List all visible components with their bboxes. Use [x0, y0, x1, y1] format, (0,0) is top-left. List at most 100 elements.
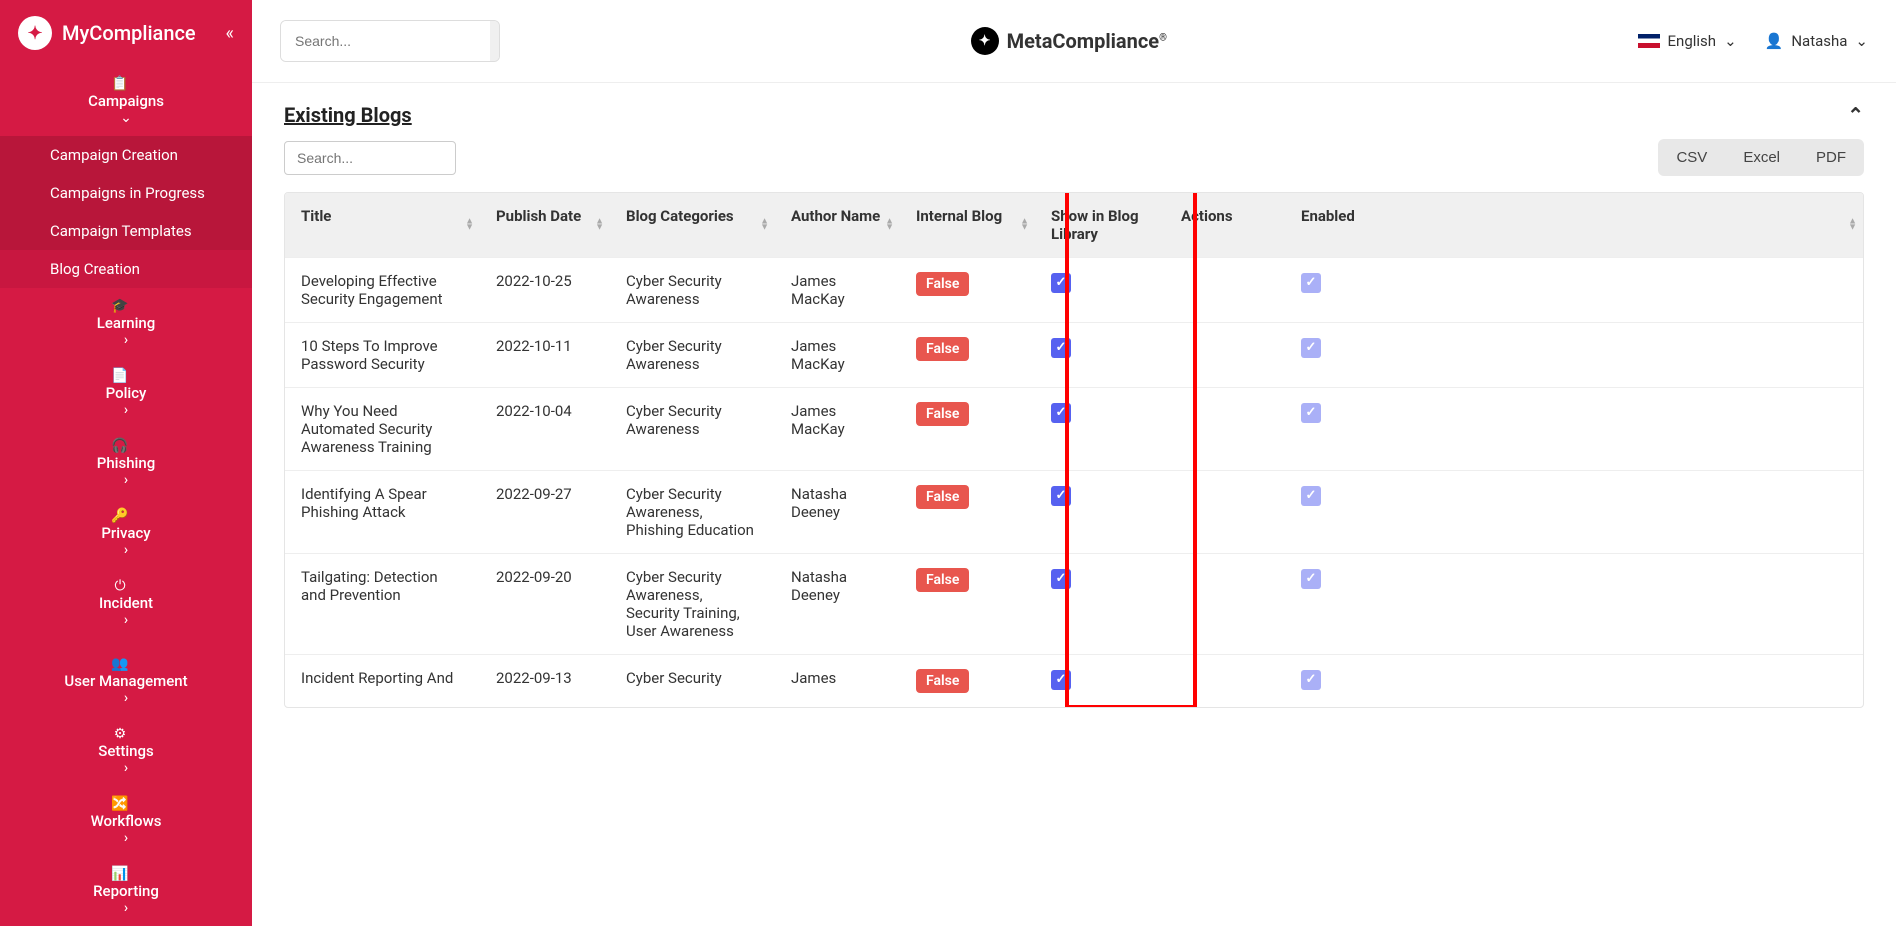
cell-show-library: ✓ [1035, 655, 1165, 708]
table-search-input[interactable] [284, 141, 456, 175]
enabled-checkbox[interactable]: ✓ [1301, 670, 1321, 690]
enabled-checkbox[interactable]: ✓ [1301, 273, 1321, 293]
cell-show-library: ✓ [1035, 471, 1165, 554]
false-badge: False [916, 485, 969, 509]
main-content: Existing Blogs ⌃ CSV Excel PDF Title▲▼ P… [252, 83, 1896, 926]
th-categories[interactable]: Blog Categories▲▼ [610, 193, 775, 258]
table-row: Incident Reporting And2022-09-13Cyber Se… [285, 655, 1863, 708]
blogs-table-wrapper: Title▲▼ Publish Date▲▼ Blog Categories▲▼… [284, 192, 1864, 708]
cell-actions [1165, 554, 1285, 655]
show-checkbox[interactable]: ✓ [1051, 403, 1071, 423]
cell-categories: Cyber Security [610, 655, 775, 708]
th-publish-date[interactable]: Publish Date▲▼ [480, 193, 610, 258]
cell-internal: False [900, 323, 1035, 388]
nav-item-reporting[interactable]: 📊Reporting› [0, 856, 252, 926]
nav-item-learning[interactable]: 🎓Learning› [0, 288, 252, 358]
enabled-checkbox[interactable]: ✓ [1301, 403, 1321, 423]
cell-title: Developing Effective Security Engagement [285, 258, 480, 323]
cell-categories: Cyber Security Awareness, Phishing Educa… [610, 471, 775, 554]
th-internal[interactable]: Internal Blog▲▼ [900, 193, 1035, 258]
flag-icon [1638, 34, 1660, 48]
nav-item-user-management[interactable]: 👥User Management› [0, 646, 252, 716]
cell-internal: False [900, 388, 1035, 471]
chevron-right-icon: › [124, 760, 128, 776]
nav-item-incident[interactable]: ⏻Incident› [0, 568, 252, 638]
nav-subitem-campaigns-in-progress[interactable]: Campaigns in Progress [0, 174, 252, 212]
nav-item-phishing[interactable]: 🎧Phishing› [0, 428, 252, 498]
nav-label: Privacy [101, 524, 150, 542]
th-enabled[interactable]: Enabled▲▼ [1285, 193, 1863, 258]
show-checkbox[interactable]: ✓ [1051, 569, 1071, 589]
nav-label: Settings [98, 742, 154, 760]
cell-date: 2022-10-04 [480, 388, 610, 471]
nav-item-policy[interactable]: 📄Policy› [0, 358, 252, 428]
cell-actions [1165, 471, 1285, 554]
nav-icon: 👥 [110, 656, 130, 672]
sort-icon: ▲▼ [1020, 219, 1029, 232]
chevron-down-icon: ⌄ [120, 110, 132, 126]
sidebar-collapse-icon[interactable]: « [226, 23, 234, 44]
nav-label: Campaigns [88, 92, 164, 110]
false-badge: False [916, 669, 969, 693]
nav-subitem-blog-creation[interactable]: Blog Creation [0, 250, 252, 288]
user-menu[interactable]: 👤 Natasha ⌄ [1765, 32, 1868, 50]
cell-author: James MacKay [775, 323, 900, 388]
nav-label: Reporting [93, 882, 159, 900]
cell-author: James MacKay [775, 388, 900, 471]
nav-label: Campaigns in Progress [50, 184, 234, 202]
language-selector[interactable]: English ⌄ [1638, 32, 1737, 50]
th-title[interactable]: Title▲▼ [285, 193, 480, 258]
cell-show-library: ✓ [1035, 323, 1165, 388]
nav-subitem-campaign-creation[interactable]: Campaign Creation [0, 136, 252, 174]
show-checkbox[interactable]: ✓ [1051, 670, 1071, 690]
cell-internal: False [900, 258, 1035, 323]
false-badge: False [916, 337, 969, 361]
cell-date: 2022-10-11 [480, 323, 610, 388]
cell-show-library: ✓ [1035, 554, 1165, 655]
sort-icon: ▲▼ [885, 219, 894, 232]
nav-subitem-campaign-templates[interactable]: Campaign Templates [0, 212, 252, 250]
chevron-down-icon: ⌄ [1855, 32, 1868, 50]
cell-enabled: ✓ [1285, 471, 1863, 554]
export-csv-button[interactable]: CSV [1658, 139, 1725, 176]
nav-label: Campaign Templates [50, 222, 234, 240]
nav-item-privacy[interactable]: 🔑Privacy› [0, 498, 252, 568]
section-header: Existing Blogs ⌃ [284, 103, 1864, 127]
chevron-right-icon: › [124, 542, 128, 558]
show-checkbox[interactable]: ✓ [1051, 273, 1071, 293]
sort-icon: ▲▼ [1848, 219, 1857, 232]
search-button[interactable]: 🔍 [490, 21, 500, 61]
section-collapse-icon[interactable]: ⌃ [1847, 103, 1864, 127]
nav-item-campaigns[interactable]: 📋Campaigns⌄ [0, 66, 252, 136]
nav-icon: 📋 [110, 76, 130, 92]
th-author[interactable]: Author Name▲▼ [775, 193, 900, 258]
cell-categories: Cyber Security Awareness, Security Train… [610, 554, 775, 655]
table-row: 10 Steps To Improve Password Security202… [285, 323, 1863, 388]
top-header: 🔍 ✦ MetaCompliance® English ⌄ 👤 Natasha … [252, 0, 1896, 83]
nav-label: Phishing [97, 454, 155, 472]
export-pdf-button[interactable]: PDF [1798, 139, 1864, 176]
cell-show-library: ✓ [1035, 258, 1165, 323]
enabled-checkbox[interactable]: ✓ [1301, 486, 1321, 506]
enabled-checkbox[interactable]: ✓ [1301, 569, 1321, 589]
cell-internal: False [900, 554, 1035, 655]
show-checkbox[interactable]: ✓ [1051, 486, 1071, 506]
sidebar: ✦ MyCompliance « 📋Campaigns⌄Campaign Cre… [0, 0, 252, 926]
search-input[interactable] [281, 21, 490, 61]
brand-name: MetaCompliance® [1007, 29, 1167, 53]
export-excel-button[interactable]: Excel [1725, 139, 1798, 176]
th-show-library[interactable]: Show in Blog Library [1035, 193, 1165, 258]
section-title: Existing Blogs [284, 103, 412, 127]
cell-date: 2022-09-27 [480, 471, 610, 554]
nav-item-workflows[interactable]: 🔀Workflows› [0, 786, 252, 856]
header-brand-area: ✦ MetaCompliance® [520, 27, 1618, 55]
nav-item-settings[interactable]: ⚙Settings› [0, 716, 252, 786]
cell-author: Natasha Deeney [775, 471, 900, 554]
sort-icon: ▲▼ [760, 219, 769, 232]
cell-title: Why You Need Automated Security Awarenes… [285, 388, 480, 471]
enabled-checkbox[interactable]: ✓ [1301, 338, 1321, 358]
show-checkbox[interactable]: ✓ [1051, 338, 1071, 358]
user-icon: 👤 [1765, 32, 1784, 50]
cell-actions [1165, 388, 1285, 471]
cell-actions [1165, 655, 1285, 708]
